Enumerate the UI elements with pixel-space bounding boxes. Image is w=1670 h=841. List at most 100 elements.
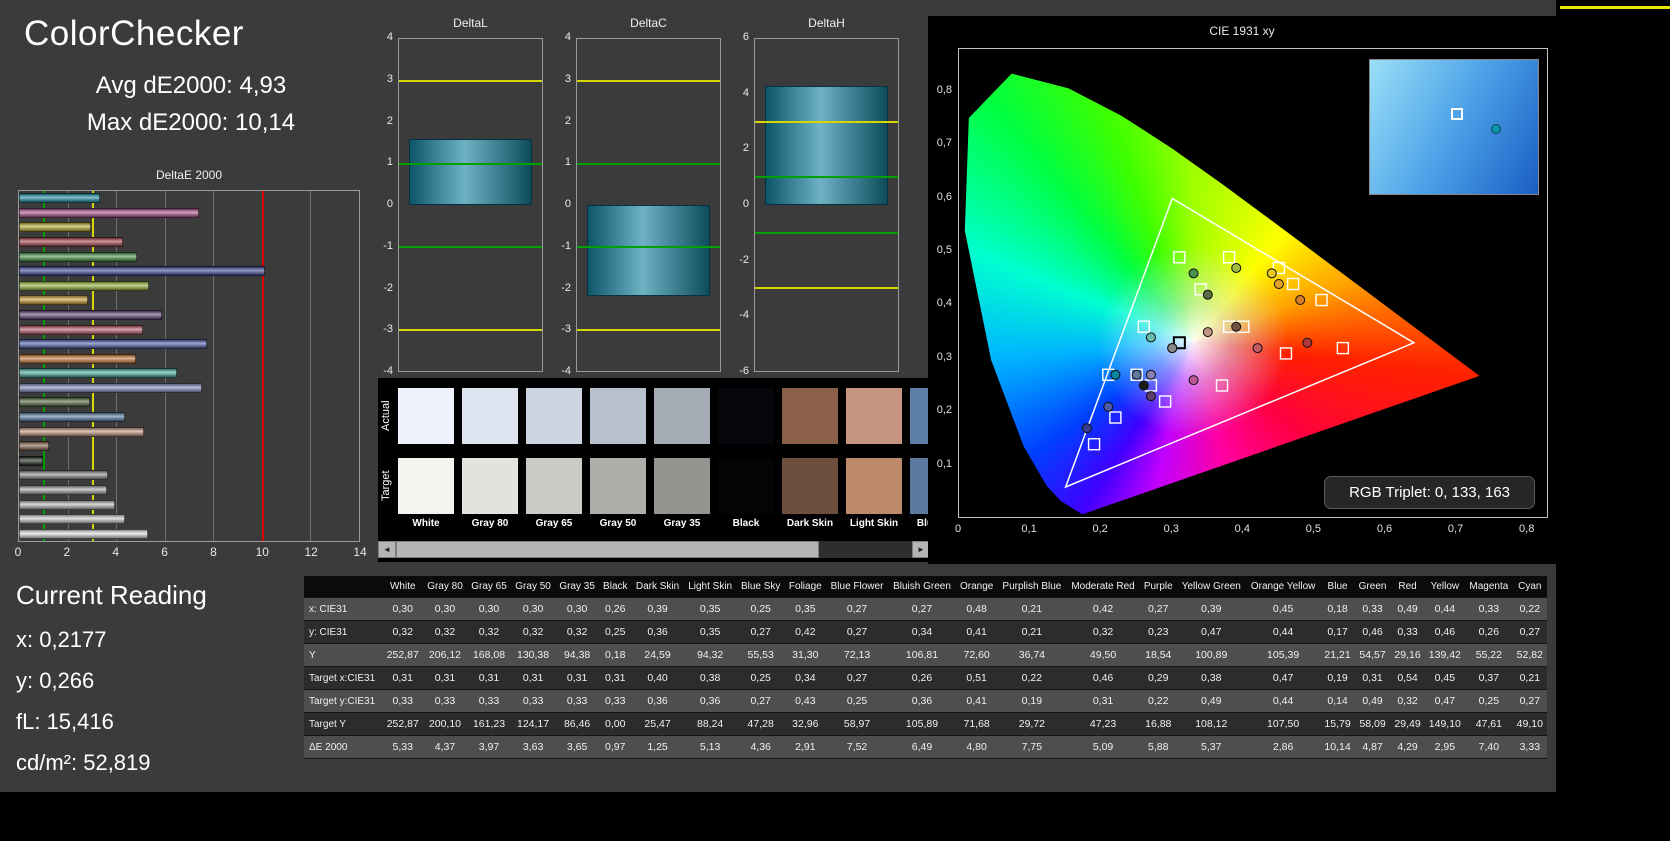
deltae-bar-gray-80 bbox=[19, 514, 126, 525]
table-cell: 252,87 bbox=[382, 643, 423, 667]
cie-title: CIE 1931 xy bbox=[1209, 24, 1275, 38]
x-tick-label: 0 bbox=[14, 545, 22, 559]
table-cell: 105,89 bbox=[888, 712, 956, 736]
actual-swatch-gray-50[interactable] bbox=[590, 388, 646, 444]
target-swatch-light-skin[interactable] bbox=[846, 458, 902, 514]
gamut-triangle bbox=[1064, 197, 1416, 489]
deltae-bar-black bbox=[19, 455, 43, 466]
column-header-foliage: Foliage bbox=[784, 576, 826, 598]
scrollbar-thumb[interactable] bbox=[396, 541, 820, 558]
table-cell: 106,81 bbox=[888, 643, 956, 667]
actual-swatch-light-skin[interactable] bbox=[846, 388, 902, 444]
table-cell: 0,45 bbox=[1424, 666, 1466, 690]
target-marker-magenta bbox=[1215, 379, 1229, 392]
table-cell: 0,23 bbox=[1139, 620, 1177, 644]
table-cell: 0,46 bbox=[1424, 620, 1466, 644]
target-swatch-white[interactable] bbox=[398, 458, 454, 514]
actual-swatch-blue-sky[interactable] bbox=[910, 388, 930, 444]
deltac-plot bbox=[576, 38, 721, 372]
y-tick-label: -1 bbox=[383, 239, 393, 252]
lower-warn-reference-line bbox=[755, 287, 898, 289]
deltae-bar-orange bbox=[19, 353, 136, 364]
table-cell: 161,23 bbox=[467, 712, 512, 736]
table-cell: 0,30 bbox=[511, 597, 556, 621]
top-right-yellow-line bbox=[1560, 6, 1670, 9]
page-title: ColorChecker bbox=[24, 14, 244, 53]
target-swatch-gray-80[interactable] bbox=[462, 458, 518, 514]
table-cell: 3,97 bbox=[467, 735, 512, 759]
table-cell: 5,37 bbox=[1176, 735, 1246, 759]
table-cell: 3,33 bbox=[1512, 735, 1547, 759]
table-cell: 0,48 bbox=[955, 597, 998, 621]
actual-swatch-dark-skin[interactable] bbox=[782, 388, 838, 444]
table-cell: 0,27 bbox=[825, 666, 889, 690]
deltae-bar-yellow-green bbox=[19, 280, 150, 291]
table-cell: 0,26 bbox=[1465, 620, 1513, 644]
target-swatch-gray-50[interactable] bbox=[590, 458, 646, 514]
x-tick-label: 2 bbox=[63, 545, 71, 559]
column-header-yellow-green: Yellow Green bbox=[1176, 576, 1246, 598]
y-tick-label: -6 bbox=[739, 365, 749, 377]
table-cell: 16,88 bbox=[1139, 712, 1177, 736]
y-tick-label: 4 bbox=[564, 31, 571, 43]
table-cell: 252,87 bbox=[382, 712, 423, 736]
column-header-orange: Orange bbox=[955, 576, 998, 598]
actual-swatch-white[interactable] bbox=[398, 388, 454, 444]
actual-swatch-gray-80[interactable] bbox=[462, 388, 518, 444]
table-cell: 47,61 bbox=[1465, 712, 1513, 736]
table-cell: 0,27 bbox=[825, 597, 889, 621]
rgb-triplet-badge: RGB Triplet: 0, 133, 163 bbox=[1324, 476, 1535, 509]
scroll-left-button[interactable]: ◄ bbox=[378, 541, 396, 558]
target-swatch-gray-65[interactable] bbox=[526, 458, 582, 514]
table-cell: 139,42 bbox=[1424, 643, 1466, 667]
scrollbar-track[interactable] bbox=[396, 541, 912, 558]
measured-point-green bbox=[1188, 268, 1199, 279]
column-header-blue: Blue bbox=[1320, 576, 1355, 598]
target-swatch-dark-skin[interactable] bbox=[782, 458, 838, 514]
target-marker-red bbox=[1336, 341, 1350, 355]
table-cell: 0,35 bbox=[784, 597, 826, 621]
actual-swatch-black[interactable] bbox=[718, 388, 774, 444]
y-tick-label: 1 bbox=[386, 156, 393, 169]
target-marker-orange bbox=[1315, 293, 1328, 307]
target-swatch-black[interactable] bbox=[718, 458, 774, 514]
actual-swatch-gray-65[interactable] bbox=[526, 388, 582, 444]
table-cell: 0,44 bbox=[1245, 689, 1321, 713]
measurement-table: White Gray 80 Gray 65 Gray 50 Gray 35 Black Da… bbox=[304, 576, 1547, 759]
target-swatch-gray-35[interactable] bbox=[654, 458, 710, 514]
upper-ok-reference-line bbox=[399, 162, 542, 165]
table-cell: 0,31 bbox=[1354, 666, 1391, 690]
table-cell: 0,27 bbox=[736, 689, 785, 713]
column-header-orange-yellow: Orange Yellow bbox=[1245, 576, 1321, 598]
x-tick-label: 0,4 bbox=[1234, 523, 1250, 535]
table-cell: 0,26 bbox=[888, 666, 956, 690]
table-cell: 0,21 bbox=[1512, 666, 1547, 690]
table-cell: 206,12 bbox=[422, 643, 467, 667]
table-cell: 55,22 bbox=[1465, 643, 1513, 667]
y-tick-label: 3 bbox=[386, 72, 393, 85]
lower-ok-reference-line bbox=[577, 245, 720, 248]
swatch-scrollbar[interactable]: ◄ ► bbox=[378, 541, 930, 558]
table-cell: 0,31 bbox=[382, 666, 423, 690]
table-cell: 21,21 bbox=[1320, 643, 1355, 667]
target-swatch-blue-sky[interactable] bbox=[910, 458, 930, 514]
table-cell: 0,31 bbox=[1066, 689, 1140, 713]
table-cell: 0,33 bbox=[555, 689, 600, 713]
swatch-label-gray-80: Gray 80 bbox=[471, 518, 509, 529]
table-cell: 0,27 bbox=[1512, 689, 1547, 713]
row-label: Target Y bbox=[304, 712, 383, 736]
table-cell: 94,38 bbox=[555, 643, 600, 667]
table-cell: 4,80 bbox=[955, 735, 998, 759]
x-tick-label: 0 bbox=[954, 523, 962, 535]
column-header-magenta: Magenta bbox=[1465, 576, 1513, 598]
upper-warn-reference-line bbox=[755, 121, 898, 123]
deltae2000-plot bbox=[18, 190, 360, 542]
actual-swatch-gray-35[interactable] bbox=[654, 388, 710, 444]
table-cell: 58,09 bbox=[1354, 712, 1391, 736]
target-row-label: Target bbox=[380, 470, 392, 502]
measured-point-dark-skin bbox=[1231, 321, 1242, 332]
row-label: ΔE 2000 bbox=[304, 735, 383, 759]
table-cell: 0,36 bbox=[631, 689, 684, 713]
y-tick-label: -2 bbox=[561, 281, 571, 294]
x-tick-label: 0,3 bbox=[1163, 523, 1179, 535]
